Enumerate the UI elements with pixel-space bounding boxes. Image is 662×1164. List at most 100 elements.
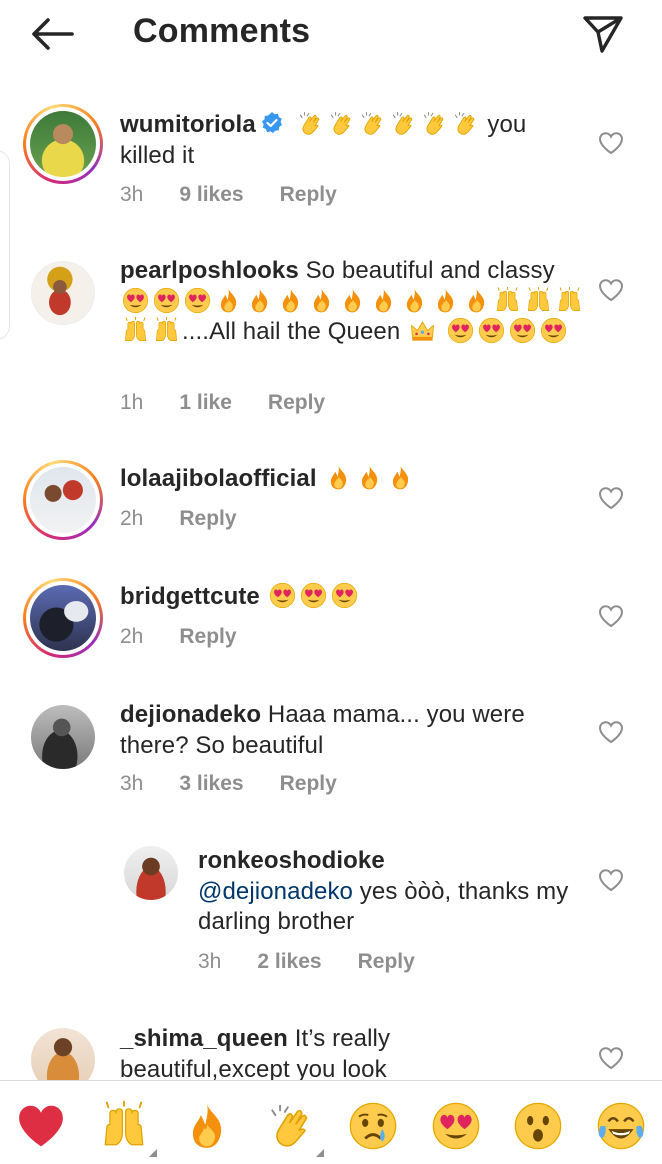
comment-text: _shima_queen It’s really beautiful,excep… bbox=[120, 1024, 560, 1080]
reaction-red-heart[interactable] bbox=[16, 1101, 66, 1151]
comment-body: So beautiful and classy bbox=[305, 257, 555, 284]
avatar[interactable] bbox=[31, 261, 95, 325]
page-title: Comments bbox=[133, 12, 311, 50]
comment-username[interactable]: wumitoriola bbox=[120, 111, 256, 138]
comment-username[interactable]: pearlposhlooks bbox=[120, 257, 299, 284]
comment-meta: 2h Reply bbox=[120, 625, 273, 649]
comment-likes[interactable]: 3 likes bbox=[179, 772, 243, 796]
reaction-surprised-face[interactable] bbox=[513, 1101, 563, 1151]
avatar[interactable] bbox=[31, 1028, 95, 1080]
comment-time: 3h bbox=[120, 772, 144, 795]
red-heart-icon bbox=[16, 1101, 66, 1151]
mention-link[interactable]: @dejionadeko bbox=[198, 878, 353, 905]
comment-text: bridgettcute bbox=[120, 582, 585, 613]
like-heart-icon[interactable] bbox=[598, 1046, 624, 1070]
comment-meta: 1h 1 like Reply bbox=[120, 391, 361, 415]
avatar[interactable] bbox=[23, 578, 103, 658]
fire-icon bbox=[370, 287, 397, 314]
like-heart-icon[interactable] bbox=[598, 131, 624, 155]
comment-text: pearlposhlooks So beautiful and classy .… bbox=[120, 256, 585, 348]
comment-username[interactable]: lolaajibolaofficial bbox=[120, 465, 317, 492]
heart-eyes-icon bbox=[122, 287, 149, 314]
raising-hands-icon bbox=[99, 1101, 149, 1151]
variant-indicator bbox=[316, 1149, 324, 1157]
reaction-clapping-hands[interactable] bbox=[266, 1101, 324, 1157]
like-heart-icon[interactable] bbox=[598, 868, 624, 892]
comment-likes[interactable]: 9 likes bbox=[179, 183, 243, 207]
comment-likes[interactable]: 1 like bbox=[179, 391, 232, 415]
reaction-crying-face[interactable] bbox=[348, 1101, 398, 1151]
fire-icon bbox=[277, 287, 304, 314]
avatar[interactable] bbox=[23, 460, 103, 540]
heart-eyes-icon bbox=[509, 317, 536, 344]
fire-icon bbox=[308, 287, 335, 314]
reply-button[interactable]: Reply bbox=[280, 772, 337, 796]
fire-icon bbox=[246, 287, 273, 314]
heart-eyes-icon bbox=[431, 1101, 481, 1151]
clapping-hands-icon bbox=[359, 110, 386, 137]
comment-text: lolaajibolaofficial bbox=[120, 464, 585, 495]
fire-icon bbox=[182, 1101, 232, 1151]
arrow-left-icon bbox=[32, 18, 74, 50]
heart-eyes-icon bbox=[153, 287, 180, 314]
comment-username[interactable]: bridgettcute bbox=[120, 583, 260, 610]
crown-icon bbox=[409, 317, 436, 344]
heart-eyes-icon bbox=[447, 317, 474, 344]
fire-icon bbox=[401, 287, 428, 314]
reply-button[interactable]: Reply bbox=[179, 625, 236, 649]
reply-button[interactable]: Reply bbox=[268, 391, 325, 415]
raising-hands-icon bbox=[153, 317, 180, 344]
clapping-hands-icon bbox=[452, 110, 479, 137]
heart-eyes-icon bbox=[540, 317, 567, 344]
reply-button[interactable]: Reply bbox=[358, 950, 415, 974]
verified-badge-icon bbox=[261, 112, 282, 133]
raising-hands-icon bbox=[556, 287, 583, 314]
heart-eyes-icon bbox=[269, 582, 296, 609]
comment-username[interactable]: _shima_queen bbox=[120, 1025, 288, 1052]
comment-time: 1h bbox=[120, 391, 144, 414]
avatar[interactable] bbox=[23, 104, 103, 184]
avatar[interactable] bbox=[31, 705, 95, 769]
comment-likes[interactable]: 2 likes bbox=[257, 950, 321, 974]
like-heart-icon[interactable] bbox=[598, 486, 624, 510]
reaction-tears-of-joy[interactable] bbox=[596, 1101, 646, 1151]
comment-time: 3h bbox=[120, 183, 144, 206]
raising-hands-icon bbox=[525, 287, 552, 314]
surprised-face-icon bbox=[513, 1101, 563, 1151]
crying-face-icon bbox=[348, 1101, 398, 1151]
quick-reaction-bar bbox=[0, 1080, 662, 1164]
comment-meta: 3h 2 likes Reply bbox=[198, 950, 451, 974]
reaction-raising-hands[interactable] bbox=[99, 1101, 157, 1157]
comments-header: Comments bbox=[0, 0, 662, 72]
fire-icon bbox=[463, 287, 490, 314]
avatar[interactable] bbox=[124, 846, 178, 900]
clapping-hands-icon bbox=[390, 110, 417, 137]
raising-hands-icon bbox=[494, 287, 521, 314]
like-heart-icon[interactable] bbox=[598, 720, 624, 744]
like-heart-icon[interactable] bbox=[598, 604, 624, 628]
comment-meta: 3h 9 likes Reply bbox=[120, 183, 373, 207]
clapping-hands-icon bbox=[328, 110, 355, 137]
clapping-hands-icon bbox=[266, 1101, 316, 1151]
fire-icon bbox=[432, 287, 459, 314]
fire-icon bbox=[215, 287, 242, 314]
comment-username[interactable]: dejionadeko bbox=[120, 701, 261, 728]
reaction-heart-eyes[interactable] bbox=[431, 1101, 481, 1151]
comment-username[interactable]: ronkeoshodioke bbox=[198, 847, 385, 874]
reaction-fire[interactable] bbox=[182, 1101, 232, 1151]
comment-text: dejionadeko Haaa mama... you were there?… bbox=[120, 700, 560, 761]
comment-text: ronkeoshodioke @dejionadeko yes òòò, tha… bbox=[198, 846, 578, 938]
back-button[interactable] bbox=[28, 14, 76, 54]
edge-overlay bbox=[0, 150, 10, 340]
comment-time: 2h bbox=[120, 507, 144, 530]
clapping-hands-icon bbox=[421, 110, 448, 137]
like-heart-icon[interactable] bbox=[598, 278, 624, 302]
raising-hands-icon bbox=[122, 317, 149, 344]
reply-button[interactable]: Reply bbox=[280, 183, 337, 207]
clapping-hands-icon bbox=[297, 110, 324, 137]
heart-eyes-icon bbox=[300, 582, 327, 609]
comment-time: 3h bbox=[198, 950, 222, 973]
reply-button[interactable]: Reply bbox=[179, 507, 236, 531]
share-button[interactable] bbox=[578, 12, 628, 56]
heart-eyes-icon bbox=[478, 317, 505, 344]
